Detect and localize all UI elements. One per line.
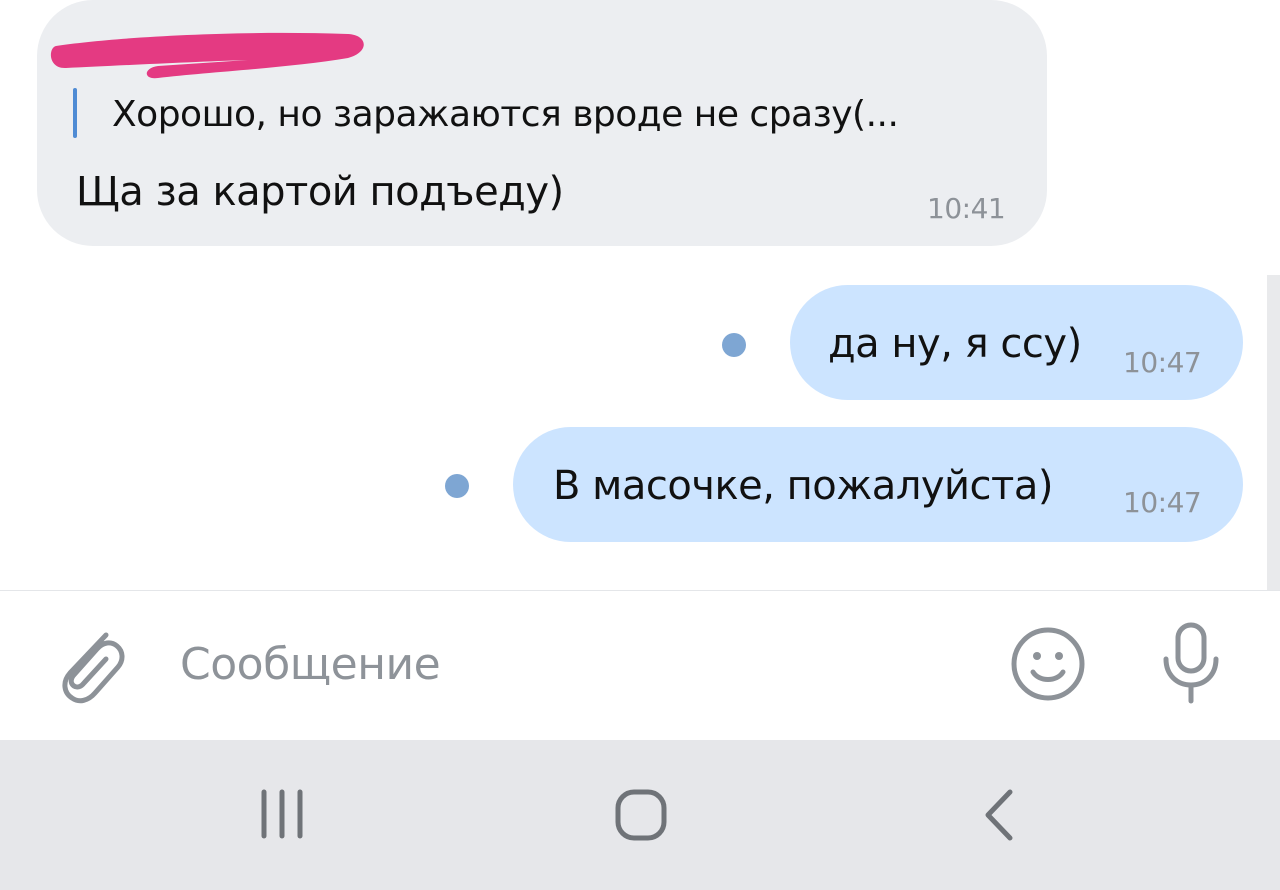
incoming-message-time: 10:41 xyxy=(927,192,1006,225)
outgoing-message-time: 10:47 xyxy=(1123,486,1202,519)
outgoing-message-text: да ну, я ссу) xyxy=(828,321,1082,367)
message-input[interactable] xyxy=(170,629,990,699)
smiley-icon[interactable] xyxy=(1008,624,1088,704)
outgoing-message-text: В масочке, пожалуйста) xyxy=(553,463,1053,509)
reply-quote-bar xyxy=(73,88,77,138)
paperclip-icon[interactable] xyxy=(48,621,128,711)
incoming-message-text: Ща за картой подъеду) xyxy=(76,169,564,215)
message-composer xyxy=(0,590,1280,740)
back-chevron-icon[interactable] xyxy=(954,780,1044,850)
recents-icon[interactable] xyxy=(238,780,328,850)
outgoing-message-time: 10:47 xyxy=(1123,346,1202,379)
unread-indicator xyxy=(722,333,746,357)
system-navigation-bar xyxy=(0,740,1280,890)
message-list[interactable]: Хорошо, но заражаются вроде не сразу(...… xyxy=(0,0,1280,590)
scrollbar[interactable] xyxy=(1267,275,1280,590)
chat-screen: Хорошо, но заражаются вроде не сразу(...… xyxy=(0,0,1280,890)
redaction-marker xyxy=(50,32,364,79)
microphone-icon[interactable] xyxy=(1156,619,1226,709)
home-icon[interactable] xyxy=(596,780,686,850)
reply-quote-text[interactable]: Хорошо, но заражаются вроде не сразу(... xyxy=(112,90,899,140)
unread-indicator xyxy=(445,474,469,498)
